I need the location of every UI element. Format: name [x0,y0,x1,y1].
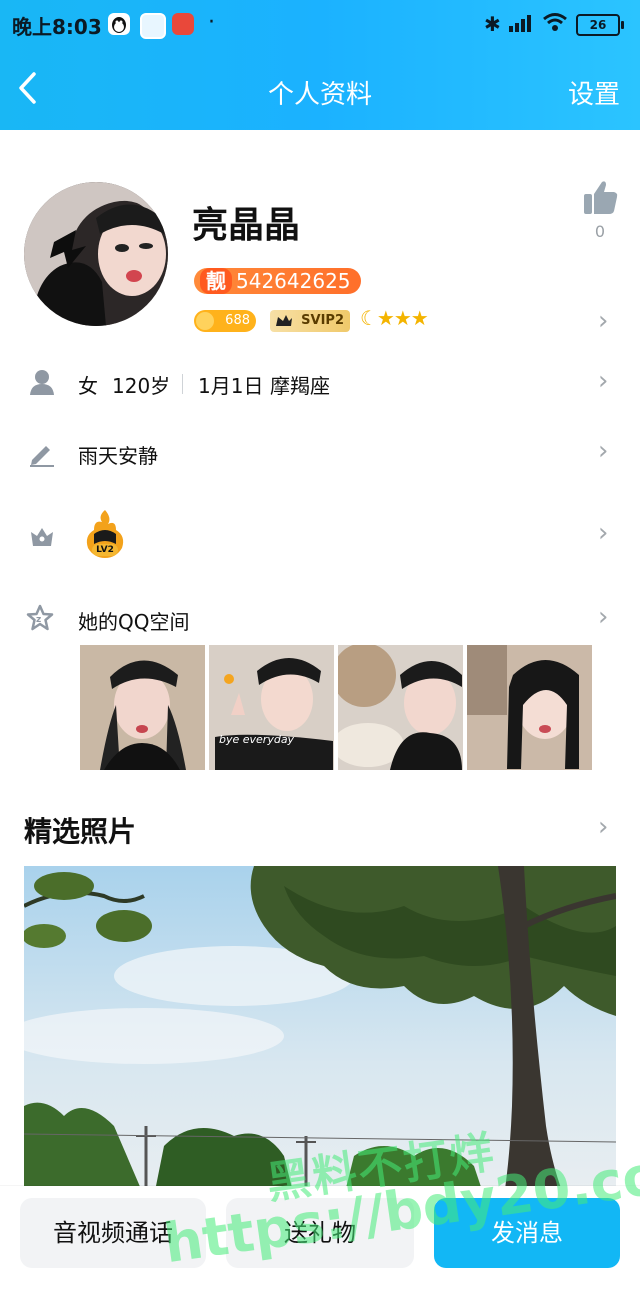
qzone-thumbnail[interactable] [80,645,205,770]
photo-thumb-2 [209,645,334,770]
chevron-right-icon[interactable]: › [598,306,608,336]
svg-text:z: z [36,615,41,625]
photo-thumb-4 [467,645,592,770]
zodiac: 摩羯座 [270,374,330,398]
age: 120岁 [112,374,171,398]
battery-level: 26 [589,18,607,32]
qzone-thumbnail[interactable]: bye everyday [209,645,334,770]
svip-badge: SVIP2 [270,310,350,332]
thumbs-up-icon[interactable] [584,180,618,216]
battery-icon: 26 [576,14,624,36]
person-icon [30,370,54,395]
photo-thumb-3 [332,643,463,770]
chevron-right-icon[interactable]: › [598,366,608,396]
level-badge[interactable]: LV2 [82,508,128,560]
crown-badge-icon [31,528,53,546]
level-moon-star-icons: ☾★★★ [360,306,429,330]
coin-badge: 688 [194,310,256,332]
level-badge-label: LV2 [96,545,114,555]
avatar[interactable] [24,182,168,326]
featured-photo-image [24,866,616,1196]
video-call-button[interactable]: 音视频通话 [20,1198,206,1268]
qzone-link[interactable]: 她的QQ空间 [78,606,189,635]
qq-number-badge[interactable]: 靓 542642625 [194,268,361,294]
status-dot: · [208,10,215,35]
coin-value: 688 [225,313,250,328]
photo-thumb-1 [80,645,205,770]
svip-label: SVIP2 [301,313,344,328]
featured-photo[interactable] [24,866,616,1196]
qq-app-icon [108,13,130,35]
wifi-icon [543,13,567,31]
birthday: 1月1日 [198,374,264,398]
qzone-star-icon: z [26,604,54,631]
nav-bar: 个人资料 设置 [0,48,640,130]
chevron-right-icon[interactable]: › [598,518,608,548]
qq-number: 542642625 [236,269,351,293]
crown-icon [276,315,292,326]
avatar-image [24,182,168,326]
news-app-icon [172,13,194,35]
chevron-right-icon[interactable]: › [598,602,608,632]
status-bar: 晚上8:03 · ✱ 26 [0,0,640,48]
send-gift-button[interactable]: 送礼物 [226,1198,414,1268]
qzone-thumbnail[interactable] [332,643,463,770]
chevron-right-icon[interactable]: › [598,812,608,842]
qzone-thumbnail[interactable] [467,645,592,770]
featured-photos-title: 精选照片 [24,815,137,848]
edit-pencil-icon [30,446,54,467]
thumb-overlay-text: bye everyday [219,733,295,746]
pretty-number-badge: 靓 [200,268,232,294]
profile-name: 亮晶晶 [192,205,301,246]
send-message-button[interactable]: 发消息 [434,1198,620,1268]
bluetooth-icon: ✱ [484,12,501,36]
settings-button[interactable]: 设置 [568,74,620,111]
gender: 女 [78,374,98,398]
signal-icon [509,15,531,32]
signature-text: 雨天安静 [78,444,158,468]
page-title: 个人资料 [267,80,372,110]
status-time: 晚上8:03 [12,15,102,39]
message-app-icon [140,13,166,39]
info-divider [182,374,183,394]
like-count: 0 [594,222,606,241]
chevron-right-icon[interactable]: › [598,436,608,466]
